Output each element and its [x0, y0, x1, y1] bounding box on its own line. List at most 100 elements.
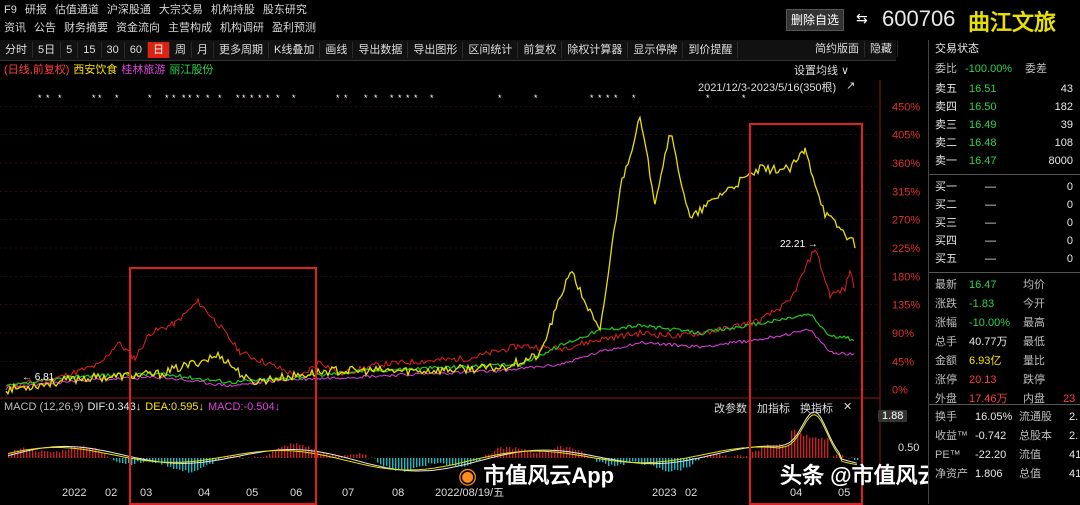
toolbar-item[interactable]: 5日	[33, 42, 61, 58]
y-tick-label: 225%	[892, 243, 920, 255]
svg-text:*: *	[92, 93, 96, 103]
svg-text:*: *	[414, 93, 418, 103]
y-tick-label: 45%	[892, 356, 914, 368]
y-tick-label: 360%	[892, 158, 920, 170]
svg-text:*: *	[196, 93, 200, 103]
svg-text:*: *	[206, 93, 210, 103]
highlight-box-2022	[129, 267, 317, 505]
y-tick-label: 270%	[892, 215, 920, 227]
y-tick-label: 180%	[892, 271, 920, 283]
fundamental-row: 收益™-0.742总股本2.	[935, 427, 1080, 445]
toolbar-item[interactable]: K线叠加	[269, 42, 320, 58]
svg-text:*: *	[242, 93, 246, 103]
svg-text:*: *	[292, 93, 296, 103]
x-tick-label: 2023	[652, 487, 676, 499]
sell-level-row: 卖五16.5143	[935, 80, 1080, 98]
highlight-box-2023	[749, 123, 863, 505]
weibi-row: 委比 -100.00% 委差	[935, 60, 1080, 78]
toolbar-item[interactable]: 30	[102, 42, 125, 58]
top-menu-item[interactable]: 公告	[30, 18, 60, 38]
svg-text:*: *	[498, 93, 502, 103]
svg-text:*: *	[58, 93, 62, 103]
toolbar-item[interactable]: 导出数据	[353, 42, 408, 58]
top-menu-item[interactable]: 大宗交易	[155, 0, 207, 20]
toolbar-item[interactable]: 到价提醒	[683, 42, 738, 58]
toolbar-item[interactable]: 导出图形	[408, 42, 463, 58]
svg-text:*: *	[430, 93, 434, 103]
top-menu-item[interactable]: F9	[0, 0, 21, 20]
remove-watch-button[interactable]: 删除自选	[786, 9, 844, 31]
top-menu-item[interactable]: 沪深股通	[103, 0, 155, 20]
stock-code: 600706	[882, 6, 955, 32]
buy-level-row: 买四—0	[935, 232, 1080, 250]
simple-layout-button[interactable]: 简约版面	[810, 41, 865, 57]
quote-row: 涨跌-1.83今开	[935, 295, 1080, 313]
chart-toolbar: 分时5日5153060日周月更多周期K线叠加画线导出数据导出图形区间统计前复权除…	[0, 40, 896, 61]
toolbar-item[interactable]: 月	[192, 42, 214, 58]
start-price-label: ← 6.81	[22, 372, 54, 383]
svg-text:*: *	[534, 93, 538, 103]
toolbar-item[interactable]: 日	[148, 42, 170, 58]
sell-level-row: 卖四16.50182	[935, 98, 1080, 116]
svg-text:*: *	[706, 93, 710, 103]
change-params-button[interactable]: 改参数	[714, 400, 747, 416]
fundamental-row: 净资产1.806总值41	[935, 465, 1080, 483]
top-menu-item[interactable]: 盈利预测	[268, 18, 320, 38]
top-menu-item[interactable]: 研报	[21, 0, 51, 20]
hide-button[interactable]: 隐藏	[865, 41, 898, 57]
toolbar-item[interactable]: 5	[61, 42, 78, 58]
svg-text:*: *	[590, 93, 594, 103]
top-menu-item[interactable]: 估值通道	[51, 0, 103, 20]
svg-text:*: *	[266, 93, 270, 103]
toolbar-item[interactable]: 区间统计	[463, 42, 518, 58]
svg-text:*: *	[632, 93, 636, 103]
weibo-watermark: ◉ 市值风云App	[458, 458, 614, 490]
top-menu-row2: 资讯公告财务摘要资金流向主营构成机构调研盈利预测	[0, 18, 320, 38]
svg-text:*: *	[390, 93, 394, 103]
quote-row: 外盘17.46万内盘23	[935, 390, 1080, 408]
toolbar-item[interactable]: 除权计算器	[562, 42, 628, 58]
toolbar-item[interactable]: 画线	[320, 42, 353, 58]
toolbar-item[interactable]: 15	[78, 42, 101, 58]
svg-text:*: *	[182, 93, 186, 103]
svg-text:*: *	[258, 93, 262, 103]
top-menu-item[interactable]: 主营构成	[164, 18, 216, 38]
quote-row: 最新16.47均价	[935, 276, 1080, 294]
toolbar-item[interactable]: 显示停牌	[628, 42, 683, 58]
top-menu-item[interactable]: 机构持股	[207, 0, 259, 20]
y-tick-label: 450%	[892, 101, 920, 113]
svg-text:*: *	[250, 93, 254, 103]
macd-scale-top: 1.88	[878, 410, 907, 422]
swap-icon[interactable]: ⇆	[856, 10, 870, 26]
buy-level-row: 买一—0	[935, 178, 1080, 196]
top-menu-item[interactable]: 资讯	[0, 18, 30, 38]
toolbar-item[interactable]: 周	[170, 42, 192, 58]
quote-row: 涨幅-10.00%最高	[935, 314, 1080, 332]
buy-level-row: 买三—0	[935, 214, 1080, 232]
toolbar-item[interactable]: 更多周期	[214, 42, 269, 58]
top-menu-item[interactable]: 股东研究	[259, 0, 311, 20]
toolbar-item[interactable]: 分时	[0, 42, 33, 58]
svg-text:*: *	[165, 93, 169, 103]
svg-text:*: *	[115, 93, 119, 103]
toolbar-item[interactable]: 前复权	[518, 42, 562, 58]
quote-panel: 交易状态 委比 -100.00% 委差 卖五16.5143卖四16.50182卖…	[928, 40, 1080, 504]
x-tick-label: 07	[342, 487, 354, 499]
top-menu-item[interactable]: 机构调研	[216, 18, 268, 38]
svg-text:*: *	[336, 93, 340, 103]
sell-level-row: 卖二16.48108	[935, 134, 1080, 152]
toolbar-item[interactable]: 60	[125, 42, 148, 58]
svg-text:*: *	[398, 93, 402, 103]
buy-level-row: 买五—0	[935, 250, 1080, 268]
fundamental-row: PE™-22.20流值41	[935, 446, 1080, 464]
quote-row: 涨停20.13跌停	[935, 371, 1080, 389]
svg-text:*: *	[38, 93, 42, 103]
quote-row: 总手40.77万最低	[935, 333, 1080, 351]
svg-text:*: *	[598, 93, 602, 103]
sell-level-row: 卖三16.4939	[935, 116, 1080, 134]
trade-state-row: 交易状态	[935, 40, 1080, 58]
top-menu-item[interactable]: 财务摘要	[60, 18, 112, 38]
top-menu-row1: F9研报估值通道沪深股通大宗交易机构持股股东研究	[0, 0, 311, 20]
top-menu-item[interactable]: 资金流向	[112, 18, 164, 38]
x-tick-label: 2022	[62, 487, 86, 499]
